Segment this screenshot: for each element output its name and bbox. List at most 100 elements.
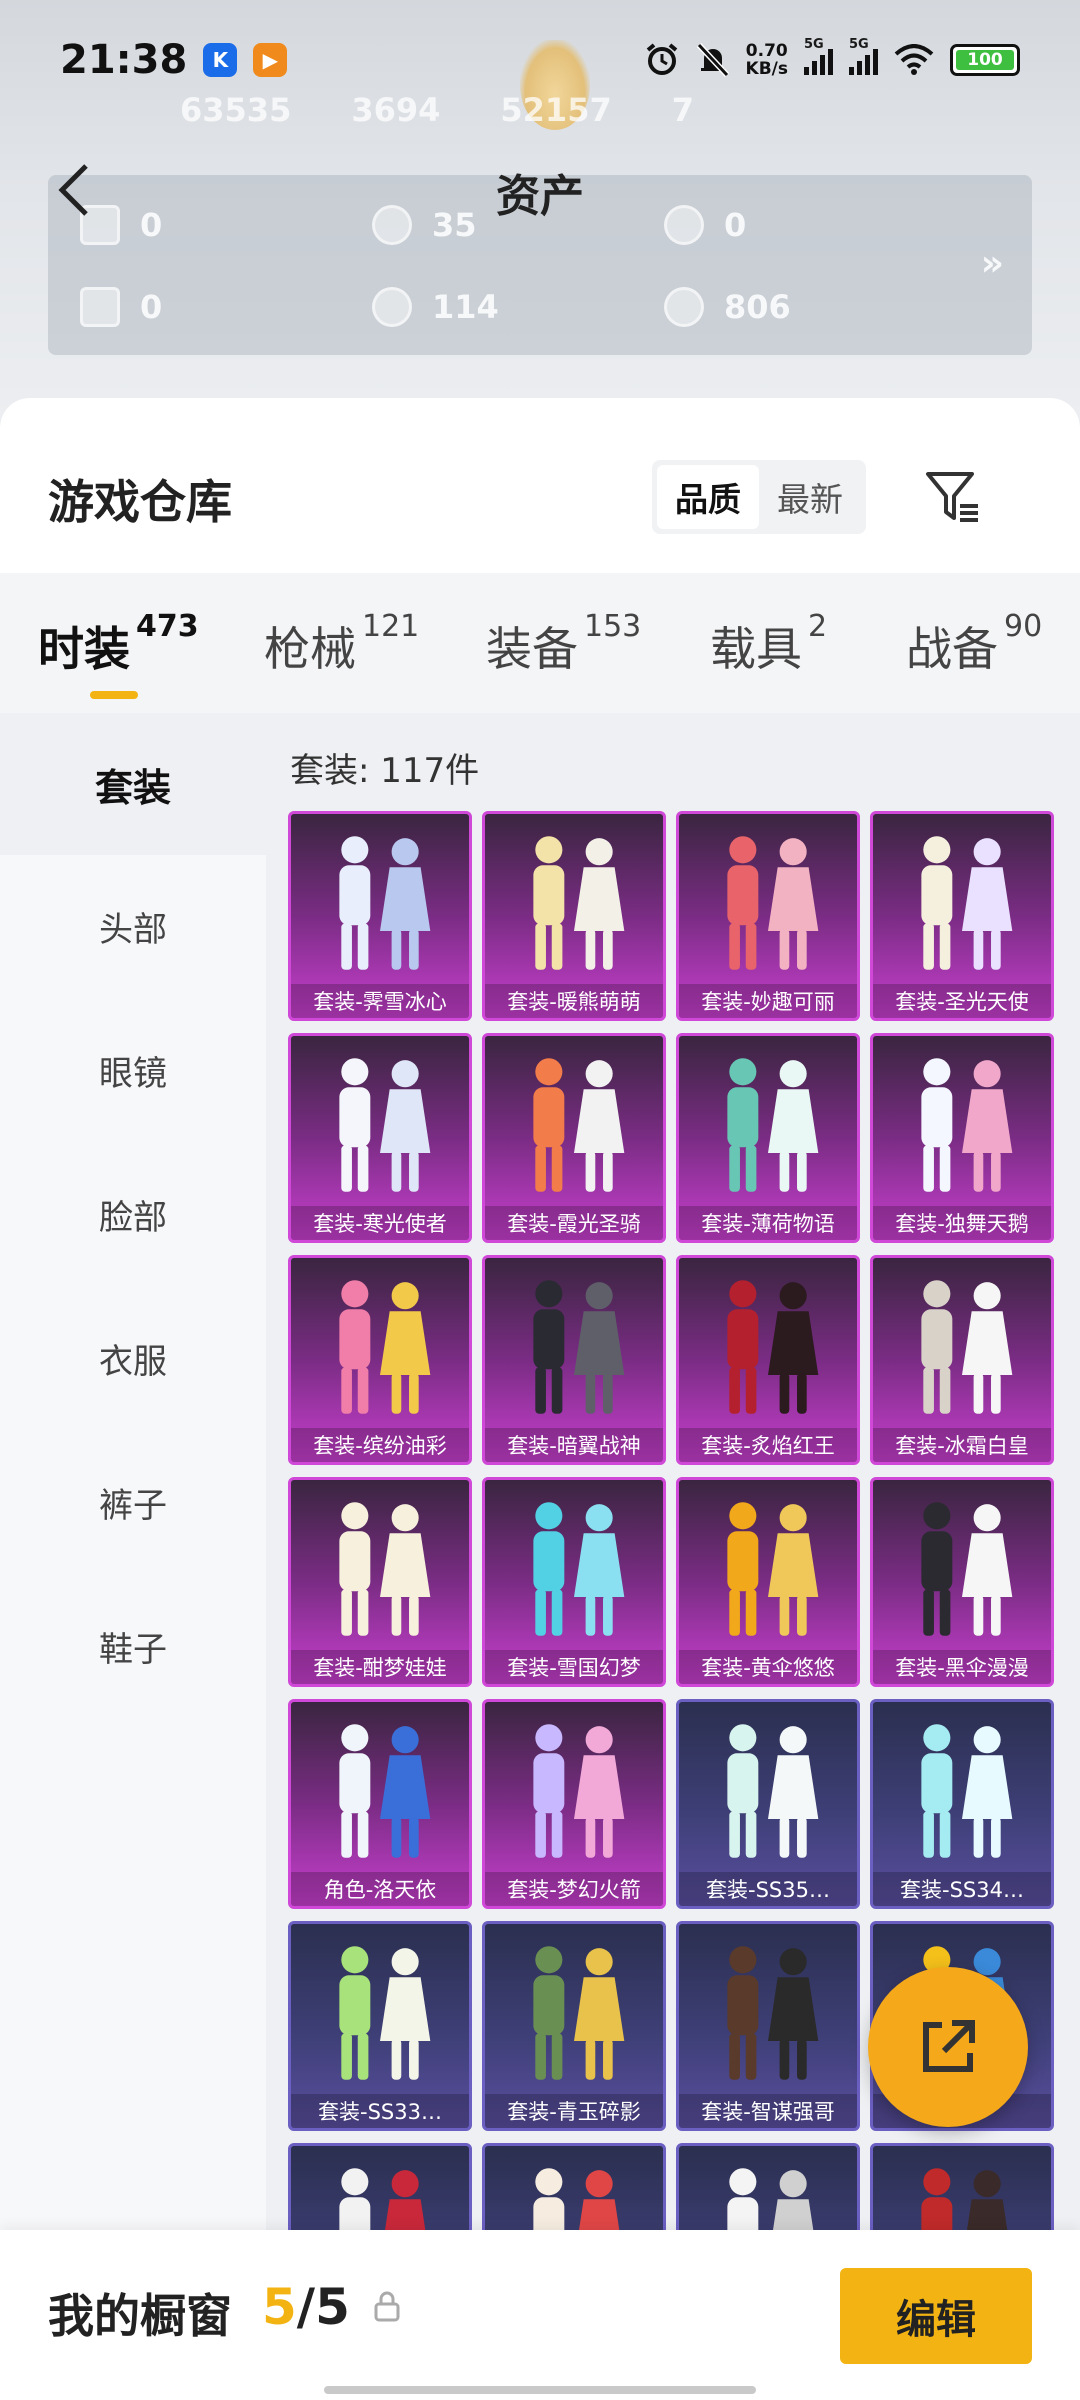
tab-supplies[interactable]: 战备 90: [906, 609, 1042, 679]
item-tile[interactable]: 套装-雪国幻梦: [482, 1477, 666, 1687]
showcase-count: 5/5: [262, 2278, 350, 2336]
category-tabs: 时装 473 枪械 121 装备 153 载具 2 战备 90: [0, 573, 1080, 713]
sidebar-item-pants[interactable]: 裤子: [0, 1431, 266, 1573]
item-label: 套装-霁雪冰心: [291, 984, 469, 1018]
item-tile[interactable]: 套装-炙焰红王: [676, 1255, 860, 1465]
item-tile[interactable]: 套装-缤纷油彩: [288, 1255, 472, 1465]
item-count: 套装: 117件: [290, 751, 480, 791]
outfit-thumbnail: [727, 836, 819, 970]
showcase-bar: 我的橱窗 5/5 编辑: [0, 2230, 1080, 2400]
showcase-label: 我的橱窗: [48, 2289, 232, 2343]
asset-item: 114: [372, 287, 499, 327]
item-tile[interactable]: 套装-SS35…: [676, 1699, 860, 1909]
tab-vehicles[interactable]: 载具 2: [710, 609, 827, 679]
item-label: 套装-独舞天鹅: [873, 1206, 1051, 1240]
item-tile[interactable]: 套装-薄荷物语: [676, 1033, 860, 1243]
outfit-thumbnail: [339, 1946, 431, 2080]
item-tile[interactable]: 套装-黄伞悠悠: [676, 1477, 860, 1687]
outfit-thumbnail: [533, 836, 625, 970]
bp-coin-icon: [664, 287, 704, 327]
item-label: 套装-暖熊萌萌: [485, 984, 663, 1018]
item-tile[interactable]: 套装-寒光使者: [288, 1033, 472, 1243]
outfit-thumbnail: [533, 1058, 625, 1192]
video-app-icon: ▶: [253, 43, 288, 77]
outfit-thumbnail: [533, 1502, 625, 1636]
sidebar-item-outfit[interactable]: 套装: [0, 713, 266, 855]
battery-icon: 100: [950, 44, 1020, 76]
item-tile[interactable]: 套装-暗翼战神: [482, 1255, 666, 1465]
alarm-icon: [646, 43, 677, 75]
item-label: 套装-梦幻火箭: [485, 1872, 663, 1906]
item-tile[interactable]: 套装-妙趣可丽: [676, 811, 860, 1021]
warehouse-header: 游戏仓库 品质 最新: [0, 398, 1080, 573]
edit-button[interactable]: 编辑: [840, 2268, 1032, 2364]
item-tile[interactable]: 套装-黑伞漫漫: [870, 1477, 1054, 1687]
ticket-icon: [80, 287, 120, 327]
outfit-thumbnail: [533, 1724, 625, 1858]
item-label: 套装-青玉碎影: [485, 2094, 663, 2128]
item-label: 套装-SS35…: [679, 1872, 857, 1906]
item-label: 套装-SS33…: [291, 2094, 469, 2128]
warehouse-title: 游戏仓库: [48, 475, 232, 529]
asset-value: 114: [432, 288, 499, 326]
item-label: 套装-智谋强哥: [679, 2094, 857, 2128]
status-time: 21:38: [60, 37, 188, 83]
item-label: 套装-缤纷油彩: [291, 1428, 469, 1462]
filter-icon: [926, 472, 978, 522]
outfit-thumbnail: [727, 1946, 819, 2080]
item-label: 套装-冰霜白皇: [873, 1428, 1051, 1462]
item-tile[interactable]: 套装-冰霜白皇: [870, 1255, 1054, 1465]
item-label: 套装-雪国幻梦: [485, 1650, 663, 1684]
tab-guns[interactable]: 枪械 121: [264, 609, 419, 679]
item-label: 套装-暗翼战神: [485, 1428, 663, 1462]
item-tile[interactable]: 套装-青玉碎影: [482, 1921, 666, 2131]
sidebar-item-shoes[interactable]: 鞋子: [0, 1575, 266, 1717]
item-label: 套装-圣光天使: [873, 984, 1051, 1018]
item-label: 套装-黑伞漫漫: [873, 1650, 1051, 1684]
status-bar: 21:38 K ▶ 0.70 KB/s 5G 5G 100: [0, 0, 1080, 120]
outfit-thumbnail: [339, 1502, 431, 1636]
lock-icon: [374, 2291, 400, 2322]
filter-button[interactable]: [918, 462, 988, 532]
outfit-thumbnail: [921, 836, 1013, 970]
outfit-thumbnail: [727, 1280, 819, 1414]
item-label: 套装-寒光使者: [291, 1206, 469, 1240]
item-tile[interactable]: 套装-霞光圣骑: [482, 1033, 666, 1243]
outfit-thumbnail: [921, 1724, 1013, 1858]
sort-by-quality[interactable]: 品质: [657, 465, 759, 529]
asset-item: 806: [664, 287, 791, 327]
item-tile[interactable]: 套装-霁雪冰心: [288, 811, 472, 1021]
sidebar-item-face[interactable]: 脸部: [0, 1143, 266, 1285]
outfit-thumbnail: [533, 1946, 625, 2080]
sidebar-item-clothes[interactable]: 衣服: [0, 1287, 266, 1429]
item-tile[interactable]: 套装-暖熊萌萌: [482, 811, 666, 1021]
item-label: 套装-薄荷物语: [679, 1206, 857, 1240]
item-tile[interactable]: 角色-洛天依: [288, 1699, 472, 1909]
net-speed: 0.70 KB/s: [745, 41, 788, 79]
page-title: 资产: [496, 171, 584, 222]
item-tile[interactable]: 套装-智谋强哥: [676, 1921, 860, 2131]
item-tile[interactable]: 套装-独舞天鹅: [870, 1033, 1054, 1243]
item-tile[interactable]: 套装-梦幻火箭: [482, 1699, 666, 1909]
subcategory-sidebar: 套装 头部 眼镜 脸部 衣服 裤子 鞋子: [0, 713, 266, 2313]
tab-equipment[interactable]: 装备 153: [486, 609, 641, 679]
item-tile[interactable]: 套装-酣梦娃娃: [288, 1477, 472, 1687]
item-tile[interactable]: 套装-SS33…: [288, 1921, 472, 2131]
item-label: 套装-炙焰红王: [679, 1428, 857, 1462]
sort-by-newest[interactable]: 最新: [759, 465, 861, 529]
outfit-thumbnail: [727, 1724, 819, 1858]
outfit-thumbnail: [727, 1058, 819, 1192]
share-button[interactable]: [868, 1967, 1028, 2127]
outfit-thumbnail: [727, 1502, 819, 1636]
item-tile[interactable]: 套装-圣光天使: [870, 811, 1054, 1021]
sidebar-item-head[interactable]: 头部: [0, 855, 266, 997]
sidebar-item-glasses[interactable]: 眼镜: [0, 999, 266, 1141]
outfit-thumbnail: [921, 1502, 1013, 1636]
tab-fashion[interactable]: 时装 473: [38, 609, 199, 699]
item-tile[interactable]: 套装-SS34…: [870, 1699, 1054, 1909]
share-icon: [923, 2020, 975, 2072]
chevron-right-icon[interactable]: »: [981, 243, 1004, 284]
item-label: 套装-黄伞悠悠: [679, 1650, 857, 1684]
asset-value: 0: [140, 288, 163, 326]
outfit-thumbnail: [921, 1058, 1013, 1192]
